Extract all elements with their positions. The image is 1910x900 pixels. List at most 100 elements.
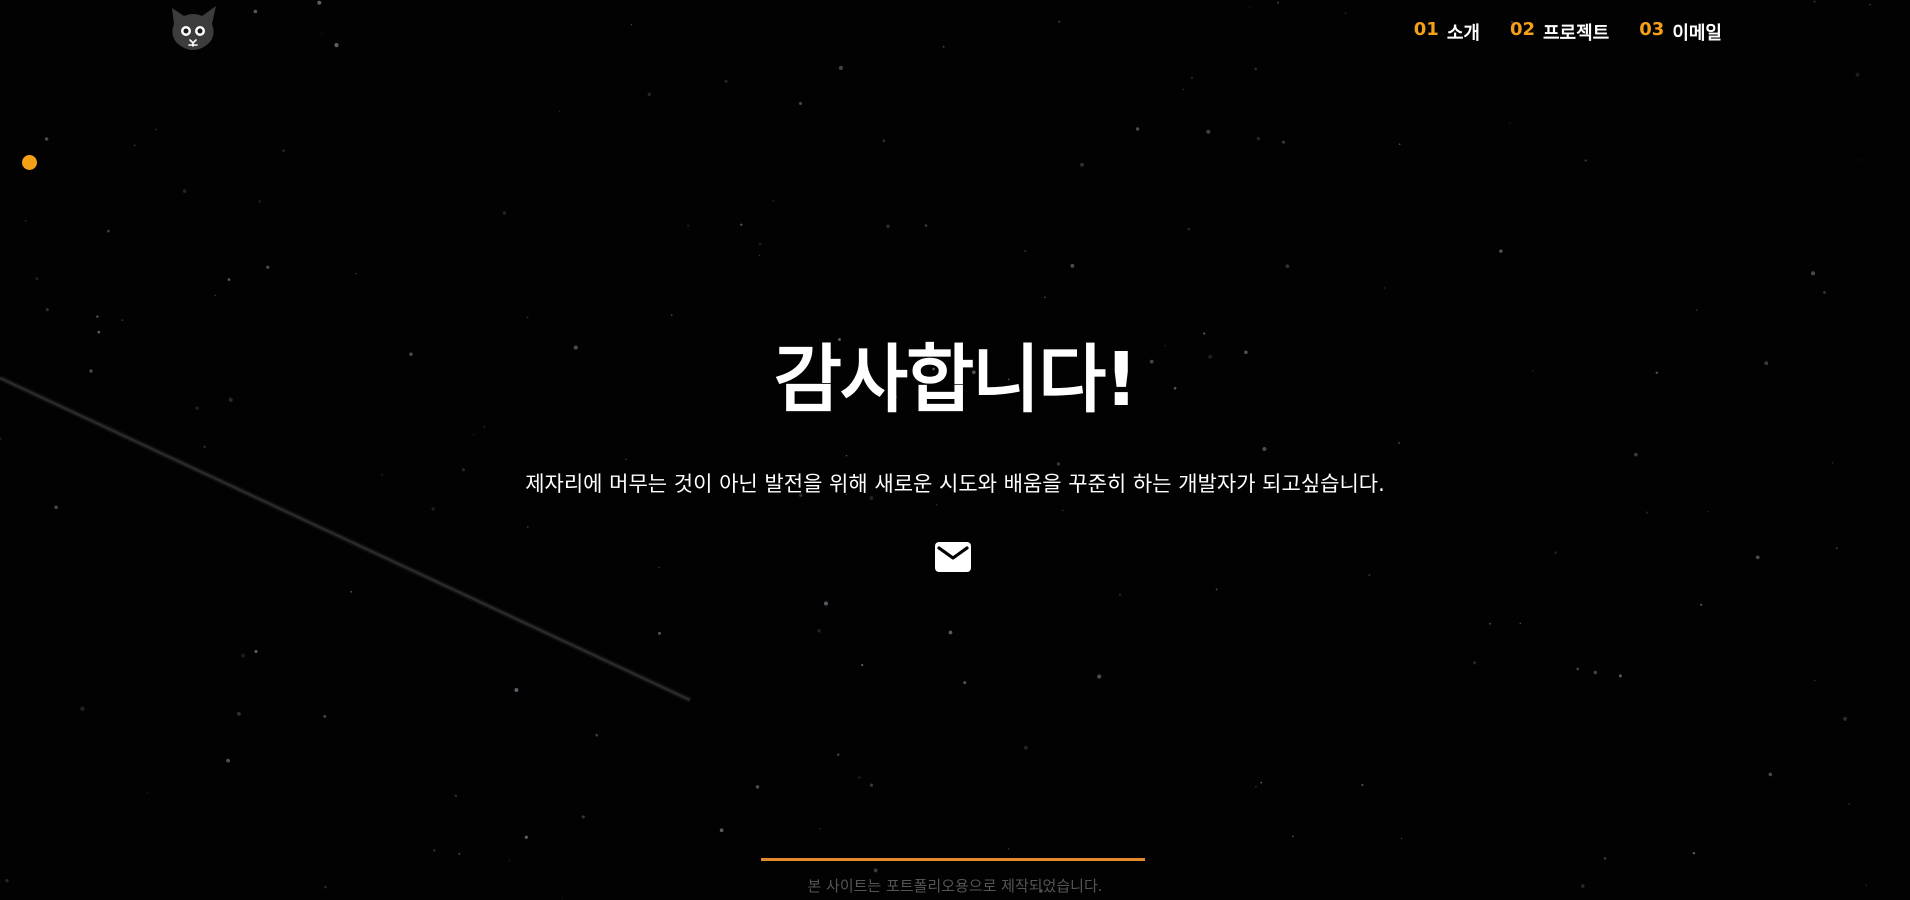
star [431,507,435,511]
star [670,314,673,316]
cat-face-icon[interactable] [168,4,218,52]
star [54,505,58,510]
nav-number: 02 [1509,19,1535,40]
star [1361,783,1364,787]
starfield-background [0,0,1871,900]
star [658,631,661,635]
star [1292,835,1294,838]
section-indicator-dot[interactable] [22,155,37,170]
star [203,445,206,449]
star [1215,588,1218,591]
star [1855,72,1860,77]
star [1755,555,1760,560]
star [1070,264,1075,268]
nav-number: 01 [1413,19,1439,40]
star [508,860,511,862]
star [719,828,724,833]
star [44,137,49,141]
star [133,144,136,147]
star [948,630,953,635]
hero-subtitle: 제자리에 머무는 것이 아닌 발전을 위해 새로운 시도와 배움을 꾸준히 하는… [525,472,1385,496]
star [524,835,528,839]
star [1634,452,1638,457]
star [1707,510,1709,513]
star [595,733,599,737]
star [1509,122,1511,124]
star [472,433,475,436]
main-nav: 01 소개 02 프로젝트 03 이메일 [1414,19,1722,45]
footer-text: 본 사이트는 포트폴리오용으로 제작되었습니다. [807,877,1103,895]
star [758,242,762,246]
star [935,503,938,506]
star [1499,249,1503,253]
nav-item-email[interactable]: 03 이메일 [1639,19,1722,45]
star [1256,137,1261,141]
star [1554,551,1558,555]
header: 01 소개 02 프로젝트 03 이메일 [0,0,1910,62]
star [236,711,241,716]
star [226,758,230,763]
star [1285,264,1290,269]
page: 01 소개 02 프로젝트 03 이메일 감사합니다! 제자리에 머무는 것이 … [0,0,1910,900]
nav-label: 소개 [1446,23,1480,44]
star [526,316,529,319]
star [561,898,564,900]
star [1814,679,1816,682]
star [241,653,245,658]
star [873,868,878,873]
star [1472,661,1477,665]
star [1768,772,1773,777]
star [1695,309,1698,311]
star [1118,593,1122,597]
star [1398,143,1401,146]
star [1023,745,1028,750]
star [458,852,461,855]
star [1835,547,1838,550]
star [266,265,270,269]
star [755,785,760,789]
star [1811,271,1816,276]
star [845,454,848,457]
star [80,706,85,711]
star [1618,674,1622,678]
star [581,815,585,819]
star [1593,670,1598,675]
hero-title: 감사합니다! [773,337,1138,423]
star [772,199,775,203]
star [886,224,890,229]
star [1860,159,1863,161]
star [882,139,886,143]
star [433,849,436,852]
star [1368,574,1371,577]
mail-icon[interactable] [935,542,971,572]
star [1182,88,1185,91]
star [258,200,262,203]
star [658,566,660,569]
star [350,590,353,593]
nav-number: 03 [1639,19,1665,40]
star [1823,291,1826,294]
star [1645,511,1649,514]
star [924,224,928,227]
star [857,776,861,779]
star [454,794,458,798]
nav-item-about[interactable]: 01 소개 [1414,19,1480,45]
star [1848,803,1851,806]
star [1282,140,1285,144]
star [502,211,507,215]
star [1254,785,1257,788]
star [558,110,561,113]
star [254,649,258,654]
star [963,681,967,685]
star [758,254,761,256]
star [1262,446,1267,452]
star [1080,162,1084,167]
star [823,601,829,606]
star [24,220,27,222]
star [1383,287,1386,289]
nav-item-projects[interactable]: 02 프로젝트 [1510,19,1609,45]
star [1044,296,1046,299]
star [1254,67,1258,71]
star [323,714,327,718]
star [1056,462,1061,466]
